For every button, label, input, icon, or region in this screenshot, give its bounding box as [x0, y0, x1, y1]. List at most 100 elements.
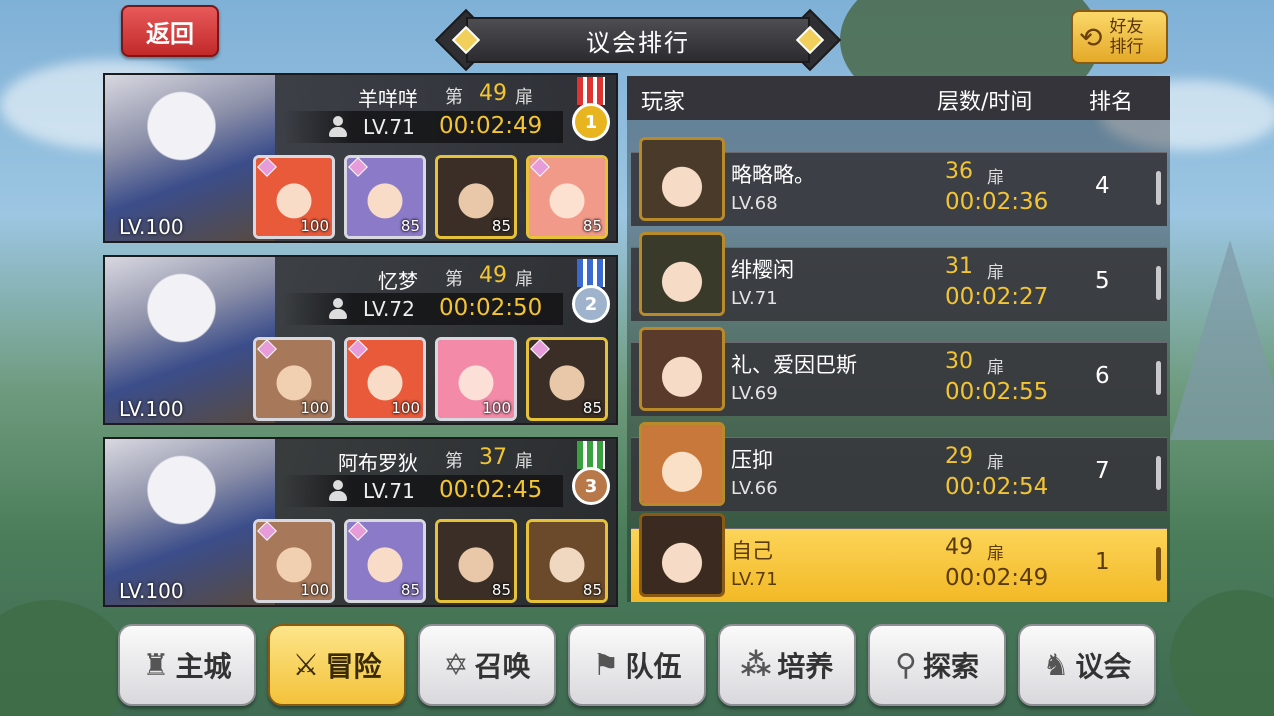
hero-level: LV.100 [119, 215, 184, 239]
scroll-indicator [1156, 547, 1161, 581]
team-unit: 85 [344, 155, 426, 239]
nav-label: 议会 [1075, 650, 1132, 683]
scroll-indicator [1156, 171, 1161, 205]
clear-time: 00:02:49 [945, 565, 1049, 591]
rank-number: 7 [1095, 458, 1110, 484]
scroll-indicator [1156, 456, 1161, 490]
floor-unit: 扉 [987, 358, 1004, 378]
nav-council[interactable]: ♞ 议会 [1018, 624, 1156, 706]
top-rank-card-2[interactable]: LV.100 忆梦 第 49 扉 LV.72 00:02:50 2 100 10… [103, 255, 618, 425]
team-unit: 85 [435, 519, 517, 603]
team-unit: 85 [344, 519, 426, 603]
friend-ranking-label-1: 好友 [1109, 17, 1144, 37]
nav-team[interactable]: ⚑ 队伍 [568, 624, 706, 706]
team-unit: 85 [526, 155, 608, 239]
player-level: LV.68 [731, 193, 778, 214]
floor-prefix: 第 [445, 87, 463, 108]
clear-time: 00:02:55 [945, 379, 1049, 405]
floor-unit: 扉 [515, 269, 533, 290]
silver-medal-icon: 2 [571, 259, 611, 325]
player-avatar [639, 232, 725, 316]
floor-unit: 扉 [515, 451, 533, 472]
back-button[interactable]: 返回 [121, 5, 219, 57]
hero-level: LV.100 [119, 579, 184, 603]
hexagram-icon: ✡ [443, 647, 469, 683]
team-flag-icon: ⚑ [592, 647, 620, 683]
floor-number: 49 [945, 535, 973, 560]
player-level: LV.71 [363, 479, 415, 503]
person-icon [327, 297, 349, 321]
team-unit: 100 [435, 337, 517, 421]
player-name: 忆梦 [378, 269, 418, 293]
team-unit: 85 [526, 519, 608, 603]
top-rank-card-3[interactable]: LV.100 阿布罗狄 第 37 扉 LV.71 00:02:45 3 100 … [103, 437, 618, 607]
player-avatar [639, 327, 725, 411]
self-ranking-row[interactable]: 自己 LV.71 49 扉 00:02:49 1 [631, 513, 1167, 602]
self-avatar [639, 513, 725, 597]
crossed-swords-icon: ⚔ [292, 647, 320, 683]
team-unit: 85 [526, 337, 608, 421]
clear-time: 00:02:49 [439, 113, 543, 139]
player-name: 绯樱闲 [731, 258, 794, 282]
floor-unit: 扉 [987, 544, 1004, 564]
ranking-row[interactable]: 礼、爱因巴斯 LV.69 30 扉 00:02:55 6 [631, 327, 1167, 416]
rank-number: 6 [1095, 363, 1110, 389]
nav-summon[interactable]: ✡ 召唤 [418, 624, 556, 706]
explorer-icon: ⚲ [895, 647, 917, 683]
ranking-header: 玩家 层数/时间 排名 [627, 76, 1170, 120]
top-rank-card-1[interactable]: LV.100 羊咩咩 第 49 扉 LV.71 00:02:49 1 100 8… [103, 73, 618, 243]
column-rank: 排名 [1089, 90, 1134, 115]
friend-ranking-button[interactable]: ⟲ 好友 排行 [1071, 10, 1168, 64]
gold-medal-icon: 1 [571, 77, 611, 143]
floor-number: 30 [945, 349, 973, 374]
bronze-medal-icon: 3 [571, 441, 611, 507]
player-name: 阿布罗狄 [338, 451, 418, 475]
nav-label: 探索 [922, 650, 979, 683]
player-level: LV.66 [731, 478, 778, 499]
team-unit: 85 [435, 155, 517, 239]
swap-arrows-icon: ⟲ [1079, 20, 1103, 54]
nav-explore[interactable]: ⚲ 探索 [868, 624, 1006, 706]
player-name: 礼、爱因巴斯 [731, 353, 857, 377]
scroll-indicator [1156, 266, 1161, 300]
nav-label: 主城 [175, 650, 232, 683]
dragon-crest-icon: ♞ [1042, 647, 1070, 683]
player-name: 压抑 [731, 448, 773, 472]
floor-number: 37 [479, 445, 507, 470]
clear-time: 00:02:54 [945, 474, 1049, 500]
player-level: LV.72 [363, 297, 415, 321]
person-icon [327, 115, 349, 139]
page-title-banner: 议会排行 [434, 8, 842, 72]
clear-time: 00:02:36 [945, 189, 1049, 215]
player-avatar [639, 137, 725, 221]
ranking-row[interactable]: 略略略。 LV.68 36 扉 00:02:36 4 [631, 137, 1167, 226]
floor-unit: 扉 [987, 168, 1004, 188]
nav-cultivate[interactable]: ⁂ 培养 [718, 624, 856, 706]
nav-label: 召唤 [474, 650, 531, 683]
floor-unit: 扉 [987, 453, 1004, 473]
ranking-row[interactable]: 压抑 LV.66 29 扉 00:02:54 7 [631, 422, 1167, 511]
team-unit: 100 [253, 519, 335, 603]
clear-time: 00:02:50 [439, 295, 543, 321]
nav-label: 冒险 [325, 650, 382, 683]
player-name: 略略略。 [731, 163, 815, 187]
nav-adventure[interactable]: ⚔ 冒险 [268, 624, 406, 706]
rank-number: 1 [1095, 549, 1110, 575]
rank-number: 5 [1095, 268, 1110, 294]
column-floor-time: 层数/时间 [937, 90, 1033, 115]
nav-main-city[interactable]: ♜ 主城 [118, 624, 256, 706]
team-lineup: 100 100 100 85 [253, 337, 608, 421]
team-lineup: 100 85 85 85 [253, 155, 608, 239]
floor-number: 49 [479, 263, 507, 288]
team-unit: 100 [344, 337, 426, 421]
floor-unit: 扉 [515, 87, 533, 108]
ranking-row[interactable]: 绯樱闲 LV.71 31 扉 00:02:27 5 [631, 232, 1167, 321]
nav-label: 培养 [777, 650, 834, 683]
page-title: 议会排行 [586, 28, 690, 57]
player-avatar [639, 422, 725, 506]
team-unit: 100 [253, 155, 335, 239]
floor-unit: 扉 [987, 263, 1004, 283]
hero-level: LV.100 [119, 397, 184, 421]
clear-time: 00:02:27 [945, 284, 1049, 310]
floor-prefix: 第 [445, 451, 463, 472]
